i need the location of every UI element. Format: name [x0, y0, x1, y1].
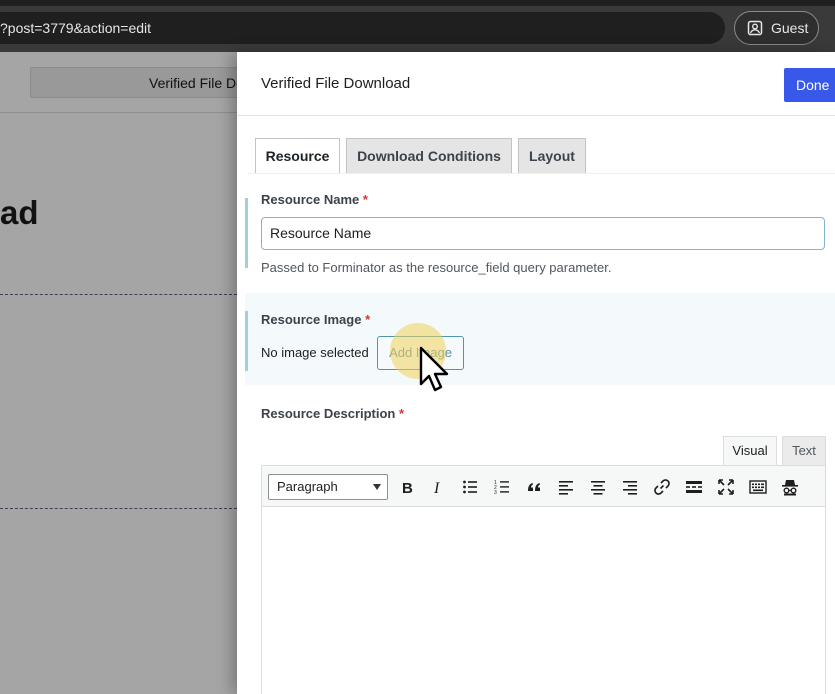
background-page: Verified File Download ad	[0, 52, 260, 694]
tab-visual[interactable]: Visual	[723, 436, 777, 466]
blockquote-icon	[528, 483, 540, 491]
align-center-icon	[591, 481, 605, 495]
read-more-button[interactable]	[681, 475, 707, 499]
no-image-text: No image selected	[261, 345, 369, 360]
tab-download-conditions[interactable]: Download Conditions	[346, 138, 512, 174]
align-left-button[interactable]	[553, 475, 579, 499]
fullscreen-button[interactable]	[713, 475, 739, 499]
profile-icon	[747, 20, 763, 36]
chevron-down-icon	[373, 484, 381, 490]
italic-icon: I	[433, 480, 440, 496]
field-accent-bar	[245, 198, 248, 268]
align-right-icon	[623, 481, 637, 495]
resource-name-help: Passed to Forminator as the resource_fie…	[261, 260, 612, 275]
panel-header: Verified File Download Done	[237, 52, 835, 116]
panel-title: Verified File Download	[261, 75, 411, 92]
block-settings-panel: Verified File Download Done Resource Dow…	[237, 52, 835, 694]
svg-text:I: I	[433, 480, 440, 496]
resource-name-label: Resource Name *	[261, 192, 368, 207]
resource-image-label: Resource Image *	[261, 312, 371, 327]
resource-name-input[interactable]: Resource Name	[261, 217, 825, 250]
tab-resource[interactable]: Resource	[255, 138, 340, 174]
format-select-value: Paragraph	[277, 479, 338, 494]
privacy-button[interactable]	[777, 475, 803, 499]
guest-label: Guest	[771, 20, 809, 36]
paragraph-format-select[interactable]: Paragraph	[268, 474, 388, 500]
bullet-list-button[interactable]	[457, 475, 483, 499]
bold-button[interactable]: B	[394, 475, 420, 499]
background-divider	[0, 112, 237, 113]
link-button[interactable]	[649, 475, 675, 499]
add-image-button[interactable]: Add Image	[377, 336, 464, 370]
address-bar[interactable]: ?post=3779&action=edit	[0, 12, 725, 44]
link-icon	[654, 479, 670, 495]
resource-description-label: Resource Description *	[261, 406, 405, 421]
background-tab: Verified File Download	[30, 67, 260, 98]
italic-button[interactable]: I	[425, 475, 451, 499]
blockquote-button[interactable]	[521, 475, 547, 499]
browser-toolbar: ?post=3779&action=edit Guest	[0, 6, 835, 52]
fullscreen-icon	[718, 479, 734, 495]
editor-toolbar: Paragraph B I 123	[262, 466, 825, 507]
numbered-list-icon: 123	[494, 480, 509, 496]
bold-icon: B	[402, 480, 413, 496]
toolbar-toggle-button[interactable]	[745, 475, 771, 499]
align-center-button[interactable]	[585, 475, 611, 499]
svg-text:B: B	[402, 480, 413, 496]
editor-content-area[interactable]	[262, 507, 825, 694]
done-button[interactable]: Done	[784, 68, 835, 102]
align-left-icon	[559, 481, 573, 495]
description-editor: Paragraph B I 123	[261, 465, 826, 694]
background-dashed-line	[0, 508, 237, 509]
resource-image-field	[245, 293, 835, 385]
bullet-list-icon	[463, 480, 477, 494]
field-accent-bar	[245, 311, 248, 371]
tab-text[interactable]: Text	[782, 436, 826, 466]
numbered-list-button[interactable]: 123	[489, 475, 515, 499]
read-more-icon	[686, 481, 702, 493]
background-heading: ad	[0, 194, 39, 231]
guest-profile-button[interactable]: Guest	[734, 11, 819, 45]
keyboard-icon	[749, 480, 767, 494]
tab-layout[interactable]: Layout	[518, 138, 586, 174]
align-right-button[interactable]	[617, 475, 643, 499]
background-dashed-line	[0, 294, 237, 295]
incognito-icon	[782, 480, 798, 496]
svg-text:3: 3	[494, 490, 497, 496]
